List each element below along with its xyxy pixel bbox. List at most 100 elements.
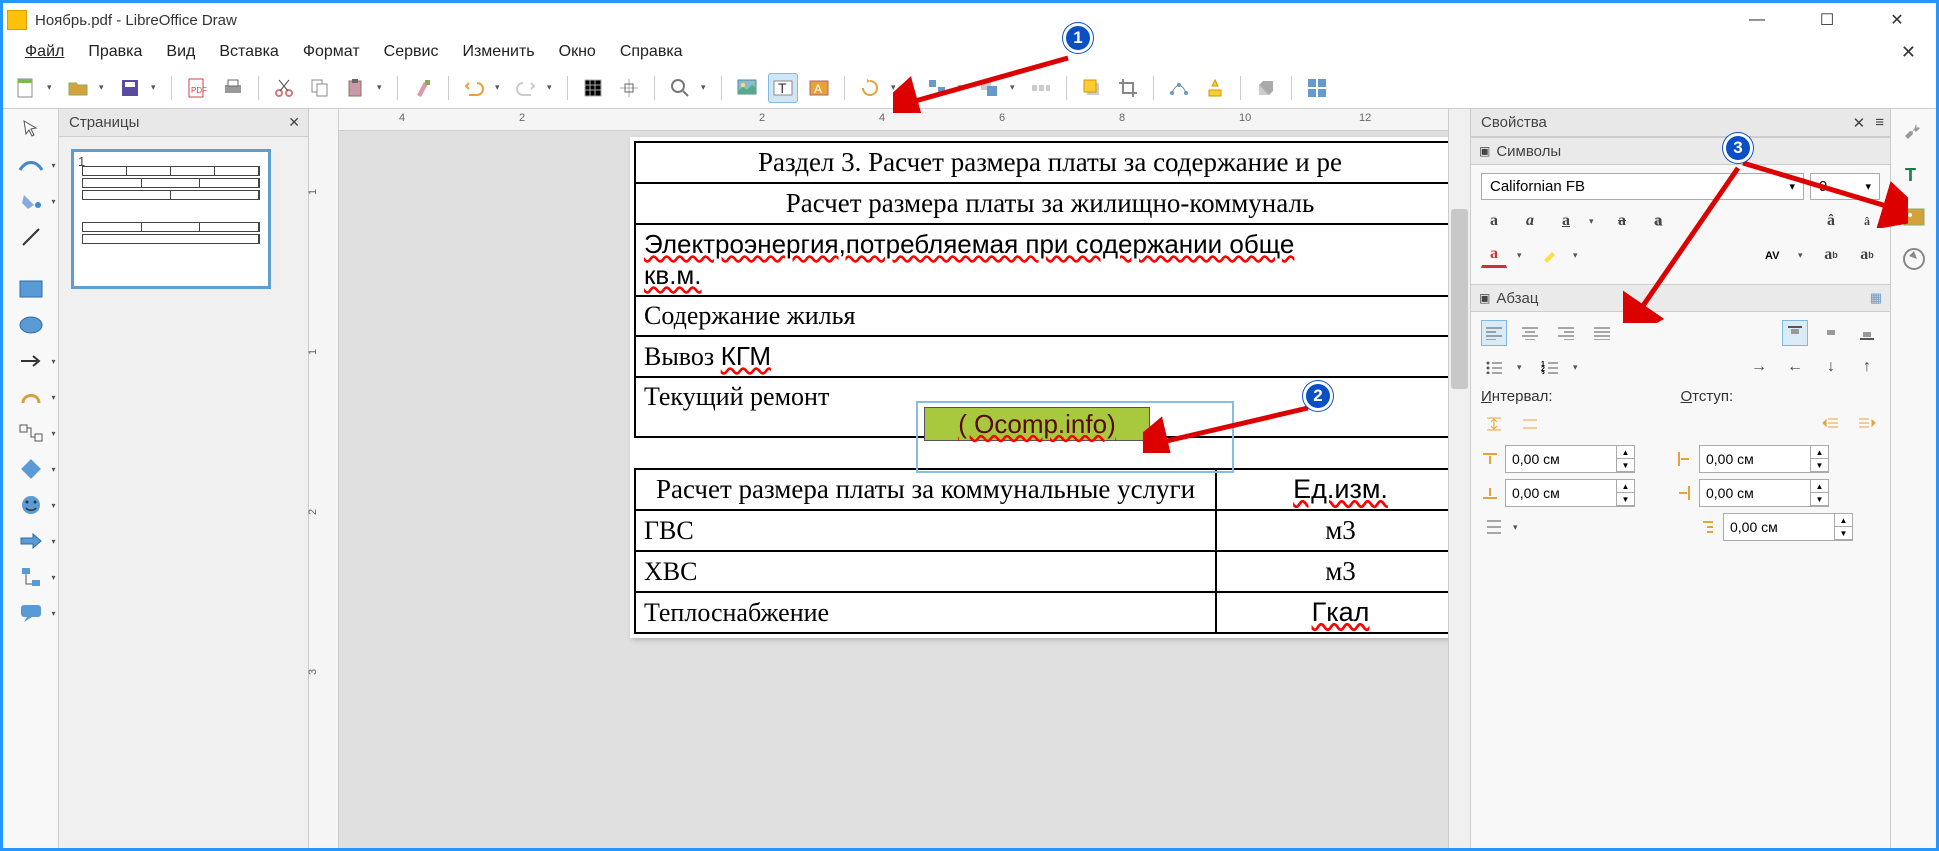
menu-view[interactable]: Вид (156, 39, 205, 65)
line-tool[interactable] (14, 223, 48, 251)
ellipse-tool[interactable] (14, 311, 48, 339)
bullets-button[interactable] (1481, 354, 1507, 380)
line-color-tool[interactable]: ▾ (14, 151, 48, 179)
decrease-indent-button[interactable] (1854, 411, 1880, 437)
save-button[interactable] (115, 73, 145, 103)
ttb-button[interactable]: ↓ (1818, 354, 1844, 380)
gluepoints-button[interactable] (1200, 73, 1230, 103)
bold-button[interactable]: a (1481, 208, 1507, 234)
subscript-button[interactable]: ab (1854, 242, 1880, 268)
menu-window[interactable]: Окно (549, 39, 606, 65)
svg-text:PDF: PDF (191, 86, 207, 95)
menu-file[interactable]: Файл (15, 39, 74, 65)
callouts-tool[interactable]: ▾ (14, 599, 48, 627)
grid-button[interactable] (578, 73, 608, 103)
copy-button[interactable] (305, 73, 335, 103)
decrease-spacing-button[interactable] (1517, 411, 1543, 437)
extrusion-button[interactable] (1251, 73, 1281, 103)
menu-help[interactable]: Справка (610, 39, 693, 65)
ltr-button[interactable]: → (1746, 354, 1772, 380)
valign-bottom-button[interactable] (1854, 320, 1880, 346)
edit-points-button[interactable] (1164, 73, 1194, 103)
increase-spacing-button[interactable] (1481, 411, 1507, 437)
numbering-button[interactable]: 123 (1537, 354, 1563, 380)
valign-top-button[interactable] (1782, 320, 1808, 346)
indent-before-input[interactable]: 0,00 см▲▼ (1699, 445, 1829, 473)
align-left-button[interactable] (1481, 320, 1507, 346)
menu-edit[interactable]: Правка (78, 39, 152, 65)
basic-shapes-tool[interactable]: ▾ (14, 455, 48, 483)
fill-color-tool[interactable]: ▾ (14, 187, 48, 215)
maximize-button[interactable]: ☐ (1804, 5, 1850, 35)
rectangle-tool[interactable] (14, 275, 48, 303)
sidebar-navigator-icon[interactable] (1898, 243, 1930, 275)
indent-label: Отступ: (1681, 388, 1881, 405)
increase-indent-button[interactable] (1818, 411, 1844, 437)
minimize-button[interactable]: — (1734, 5, 1780, 35)
pages-panel-close-icon[interactable]: ✕ (288, 114, 300, 131)
vertical-ruler: 1 1 2 3 (309, 109, 339, 848)
svg-text:3: 3 (1541, 371, 1545, 374)
spacing-above-input[interactable]: 0,00 см▲▼ (1505, 445, 1635, 473)
undo-button[interactable] (459, 73, 489, 103)
redo-button[interactable] (511, 73, 541, 103)
rotate-button[interactable] (855, 73, 885, 103)
helplines-button[interactable] (614, 73, 644, 103)
insert-fontwork-button[interactable]: A (804, 73, 834, 103)
indent-first-input[interactable]: 0,00 см▲▼ (1723, 513, 1853, 541)
curve-tool[interactable]: ▾ (14, 383, 48, 411)
insert-textbox-button[interactable]: T (768, 73, 798, 103)
cut-button[interactable] (269, 73, 299, 103)
line-spacing-button[interactable] (1481, 514, 1507, 540)
inserted-text-box[interactable]: ( Ocomp.info) (924, 407, 1150, 441)
page-view[interactable]: Раздел 3. Расчет размера платы за содерж… (339, 131, 1448, 848)
crop-button[interactable] (1113, 73, 1143, 103)
font-color-button[interactable]: a (1481, 242, 1507, 268)
menu-format[interactable]: Формат (293, 39, 370, 65)
format-paintbrush-button[interactable] (408, 73, 438, 103)
insert-image-button[interactable] (732, 73, 762, 103)
flowchart-tool[interactable]: ▾ (14, 563, 48, 591)
scrollbar-thumb[interactable] (1451, 209, 1468, 389)
new-doc-button[interactable] (11, 73, 41, 103)
print-button[interactable] (218, 73, 248, 103)
underline-button[interactable]: a (1553, 208, 1579, 234)
export-pdf-button[interactable]: PDF (182, 73, 212, 103)
select-tool[interactable] (14, 115, 48, 143)
shadow-button[interactable] (1077, 73, 1107, 103)
indent-after-input[interactable]: 0,00 см▲▼ (1699, 479, 1829, 507)
page-thumbnail-1[interactable]: 1 (71, 149, 271, 289)
char-spacing-button[interactable]: AV (1762, 242, 1788, 268)
sidebar-properties-icon[interactable] (1898, 117, 1930, 149)
menu-modify[interactable]: Изменить (452, 39, 544, 65)
symbol-shapes-tool[interactable]: ▾ (14, 491, 48, 519)
menu-tools[interactable]: Сервис (374, 39, 449, 65)
annotation-callout-3: 3 (1723, 133, 1753, 163)
rtl-button[interactable]: ← (1782, 354, 1808, 380)
align-right-button[interactable] (1553, 320, 1579, 346)
zoom-button[interactable] (665, 73, 695, 103)
vertical-scrollbar[interactable] (1448, 109, 1470, 848)
show-draw-functions-button[interactable] (1302, 73, 1332, 103)
close-document-icon[interactable]: ✕ (1901, 42, 1916, 63)
connector-tool[interactable]: ▾ (14, 419, 48, 447)
italic-button[interactable]: a (1517, 208, 1543, 234)
spacing-below-input[interactable]: 0,00 см▲▼ (1505, 479, 1635, 507)
btt-button[interactable]: ↑ (1854, 354, 1880, 380)
properties-menu-icon[interactable]: ≡ (1875, 114, 1884, 132)
highlight-button[interactable] (1537, 242, 1563, 268)
spacing-below-icon (1481, 484, 1499, 502)
valign-middle-button[interactable] (1818, 320, 1844, 346)
superscript-button[interactable]: ab (1818, 242, 1844, 268)
annotation-callout-1: 1 (1063, 23, 1093, 53)
annotation-arrow-1 (893, 53, 1073, 113)
block-arrows-tool[interactable]: ▾ (14, 527, 48, 555)
align-center-button[interactable] (1517, 320, 1543, 346)
properties-close-icon[interactable]: ✕ (1853, 114, 1866, 132)
open-button[interactable] (63, 73, 93, 103)
paste-button[interactable] (341, 73, 371, 103)
menu-insert[interactable]: Вставка (209, 39, 288, 65)
close-button[interactable]: ✕ (1874, 5, 1920, 35)
arrow-tool[interactable]: ▾ (14, 347, 48, 375)
align-justify-button[interactable] (1589, 320, 1615, 346)
